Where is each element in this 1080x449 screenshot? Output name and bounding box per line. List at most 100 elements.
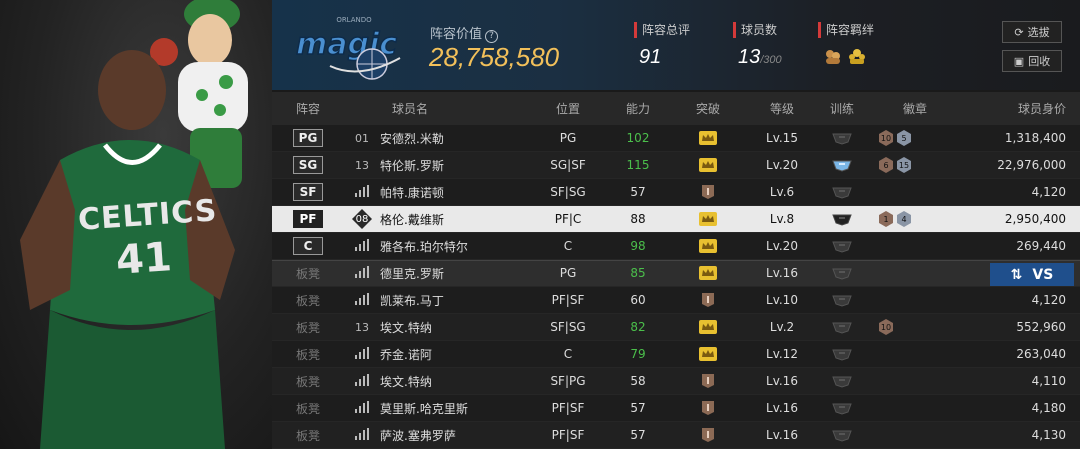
- crown-icon[interactable]: [666, 266, 750, 280]
- training-icon[interactable]: [814, 401, 870, 415]
- slot-bench[interactable]: 板凳: [296, 294, 320, 308]
- table-row[interactable]: 板凳德里克.罗斯PG85Lv.167: [272, 260, 1080, 287]
- player-name[interactable]: 凯莱布.马丁: [380, 292, 526, 309]
- slot-bench[interactable]: 板凳: [296, 348, 320, 362]
- player-name[interactable]: 萨波.塞弗罗萨: [380, 427, 526, 444]
- training-icon[interactable]: [814, 320, 870, 334]
- training-icon[interactable]: [814, 239, 870, 253]
- slot-tag[interactable]: SF: [293, 183, 323, 201]
- player-name[interactable]: 格伦.戴维斯: [380, 211, 526, 228]
- crown-icon[interactable]: [666, 320, 750, 334]
- training-icon[interactable]: [814, 185, 870, 199]
- badge-icon[interactable]: 6: [878, 157, 894, 173]
- signal-icon: [355, 427, 369, 443]
- badge-icon[interactable]: 10: [878, 319, 894, 335]
- player-level: Lv.16: [766, 266, 798, 280]
- player-position: PG: [559, 131, 577, 145]
- crown-icon[interactable]: [666, 212, 750, 226]
- table-row[interactable]: PF 08 格伦.戴维斯 PF|C 88 Lv.8 1 4 2,950,400: [272, 206, 1080, 233]
- training-icon[interactable]: [814, 212, 870, 226]
- breakthrough-icon[interactable]: [666, 184, 750, 200]
- player-value: 4,110: [1031, 374, 1066, 388]
- player-name[interactable]: 埃文.特纳: [380, 373, 526, 390]
- table-row[interactable]: C 雅各布.珀尔特尔 C 98 Lv.20 269,440: [272, 233, 1080, 260]
- col-value[interactable]: 球员身价: [960, 100, 1080, 117]
- training-icon[interactable]: [814, 266, 870, 280]
- crown-icon[interactable]: [666, 158, 750, 172]
- table-row[interactable]: 板凳 13 埃文.特纳 SF|SG 82 Lv.2 10 552,960: [272, 314, 1080, 341]
- crown-icon[interactable]: [666, 347, 750, 361]
- col-lineup[interactable]: 阵容: [272, 100, 344, 117]
- player-name[interactable]: 雅各布.珀尔特尔: [380, 238, 526, 255]
- table-row[interactable]: 板凳 凯莱布.马丁 PF|SF 60 Lv.10 4,120: [272, 287, 1080, 314]
- player-name[interactable]: 德里克.罗斯: [380, 265, 526, 282]
- col-breakthrough[interactable]: 突破: [666, 100, 750, 117]
- col-level[interactable]: 等级: [750, 100, 814, 117]
- signal-icon: [355, 265, 369, 281]
- badge-icon[interactable]: 4: [896, 211, 912, 227]
- training-icon[interactable]: [814, 347, 870, 361]
- stat-player-count-value: 13/300: [738, 46, 782, 68]
- col-training[interactable]: 训练: [814, 100, 870, 117]
- player-ability: 102: [626, 131, 650, 145]
- recycle-button[interactable]: ▣ 回收: [1002, 50, 1062, 72]
- player-level: Lv.15: [766, 131, 798, 145]
- breakthrough-icon[interactable]: [666, 427, 750, 443]
- player-position: SF|SG: [550, 185, 586, 199]
- col-position[interactable]: 位置: [526, 100, 610, 117]
- table-row[interactable]: 板凳 莫里斯.哈克里斯 PF|SF 57 Lv.16 4,180: [272, 395, 1080, 422]
- col-ability[interactable]: 能力: [610, 100, 666, 117]
- badge-icon[interactable]: 10: [878, 130, 894, 146]
- player-level: Lv.12: [766, 347, 798, 361]
- player-name[interactable]: 乔金.诺阿: [380, 346, 526, 363]
- table-row[interactable]: SF 帕特.康诺顿 SF|SG 57 Lv.6 4,120: [272, 179, 1080, 206]
- player-level: Lv.16: [766, 374, 798, 388]
- slot-tag[interactable]: PF: [293, 210, 323, 228]
- slot-tag[interactable]: C: [293, 237, 323, 255]
- player-name[interactable]: 帕特.康诺顿: [380, 184, 526, 201]
- select-button[interactable]: ⟳ 选拔: [1002, 21, 1062, 43]
- table-row[interactable]: SG 13 特伦斯.罗斯 SG|SF 115 Lv.20 6 15 22,976,000: [272, 152, 1080, 179]
- breakthrough-icon[interactable]: [666, 373, 750, 389]
- training-icon[interactable]: [814, 131, 870, 145]
- slot-tag[interactable]: SG: [293, 156, 323, 174]
- table-header: 阵容 球员名 位置 能力 突破 等级 训练 徽章 球员身价: [272, 92, 1080, 125]
- bond-icon[interactable]: [823, 46, 843, 66]
- badge-icon[interactable]: 1: [878, 211, 894, 227]
- training-icon[interactable]: [814, 158, 870, 172]
- player-position: PF|C: [554, 212, 582, 226]
- table-row[interactable]: 板凳 萨波.塞弗罗萨 PF|SF 57 Lv.16 4,130: [272, 422, 1080, 449]
- crown-icon[interactable]: [666, 239, 750, 253]
- slot-bench[interactable]: 板凳: [296, 267, 320, 281]
- breakthrough-icon[interactable]: [666, 400, 750, 416]
- training-icon[interactable]: [814, 374, 870, 388]
- slot-tag[interactable]: PG: [293, 129, 323, 147]
- training-icon[interactable]: [814, 293, 870, 307]
- jersey-number-cell: 01: [355, 131, 369, 145]
- slot-bench[interactable]: 板凳: [296, 375, 320, 389]
- jersey-number: 41: [114, 234, 174, 284]
- col-badges[interactable]: 徽章: [870, 100, 960, 117]
- player-name[interactable]: 莫里斯.哈克里斯: [380, 400, 526, 417]
- lineup-value: 28,758,580: [429, 42, 560, 72]
- signal-icon: [355, 346, 369, 362]
- col-player-name[interactable]: 球员名: [344, 100, 526, 117]
- breakthrough-icon[interactable]: [666, 292, 750, 308]
- player-name[interactable]: 安德烈.米勒: [380, 130, 526, 147]
- compare-button[interactable]: ⇅ VS: [990, 263, 1074, 286]
- badge-icon[interactable]: 15: [896, 157, 912, 173]
- table-row[interactable]: 板凳 埃文.特纳 SF|PG 58 Lv.16 4,110: [272, 368, 1080, 395]
- slot-bench[interactable]: 板凳: [296, 402, 320, 416]
- table-row[interactable]: 板凳 乔金.诺阿 C 79 Lv.12 263,040: [272, 341, 1080, 368]
- slot-bench[interactable]: 板凳: [296, 429, 320, 443]
- badge-icon[interactable]: 5: [896, 130, 912, 146]
- crown-icon[interactable]: [666, 131, 750, 145]
- signal-icon: [355, 292, 369, 308]
- player-name[interactable]: 特伦斯.罗斯: [380, 157, 526, 174]
- slot-bench[interactable]: 板凳: [296, 321, 320, 335]
- player-ability: 60: [630, 293, 646, 307]
- training-icon[interactable]: [814, 428, 870, 442]
- bond-icon[interactable]: [847, 46, 867, 66]
- table-row[interactable]: PG 01 安德烈.米勒 PG 102 Lv.15 10 5 1,318,400: [272, 125, 1080, 152]
- player-name[interactable]: 埃文.特纳: [380, 319, 526, 336]
